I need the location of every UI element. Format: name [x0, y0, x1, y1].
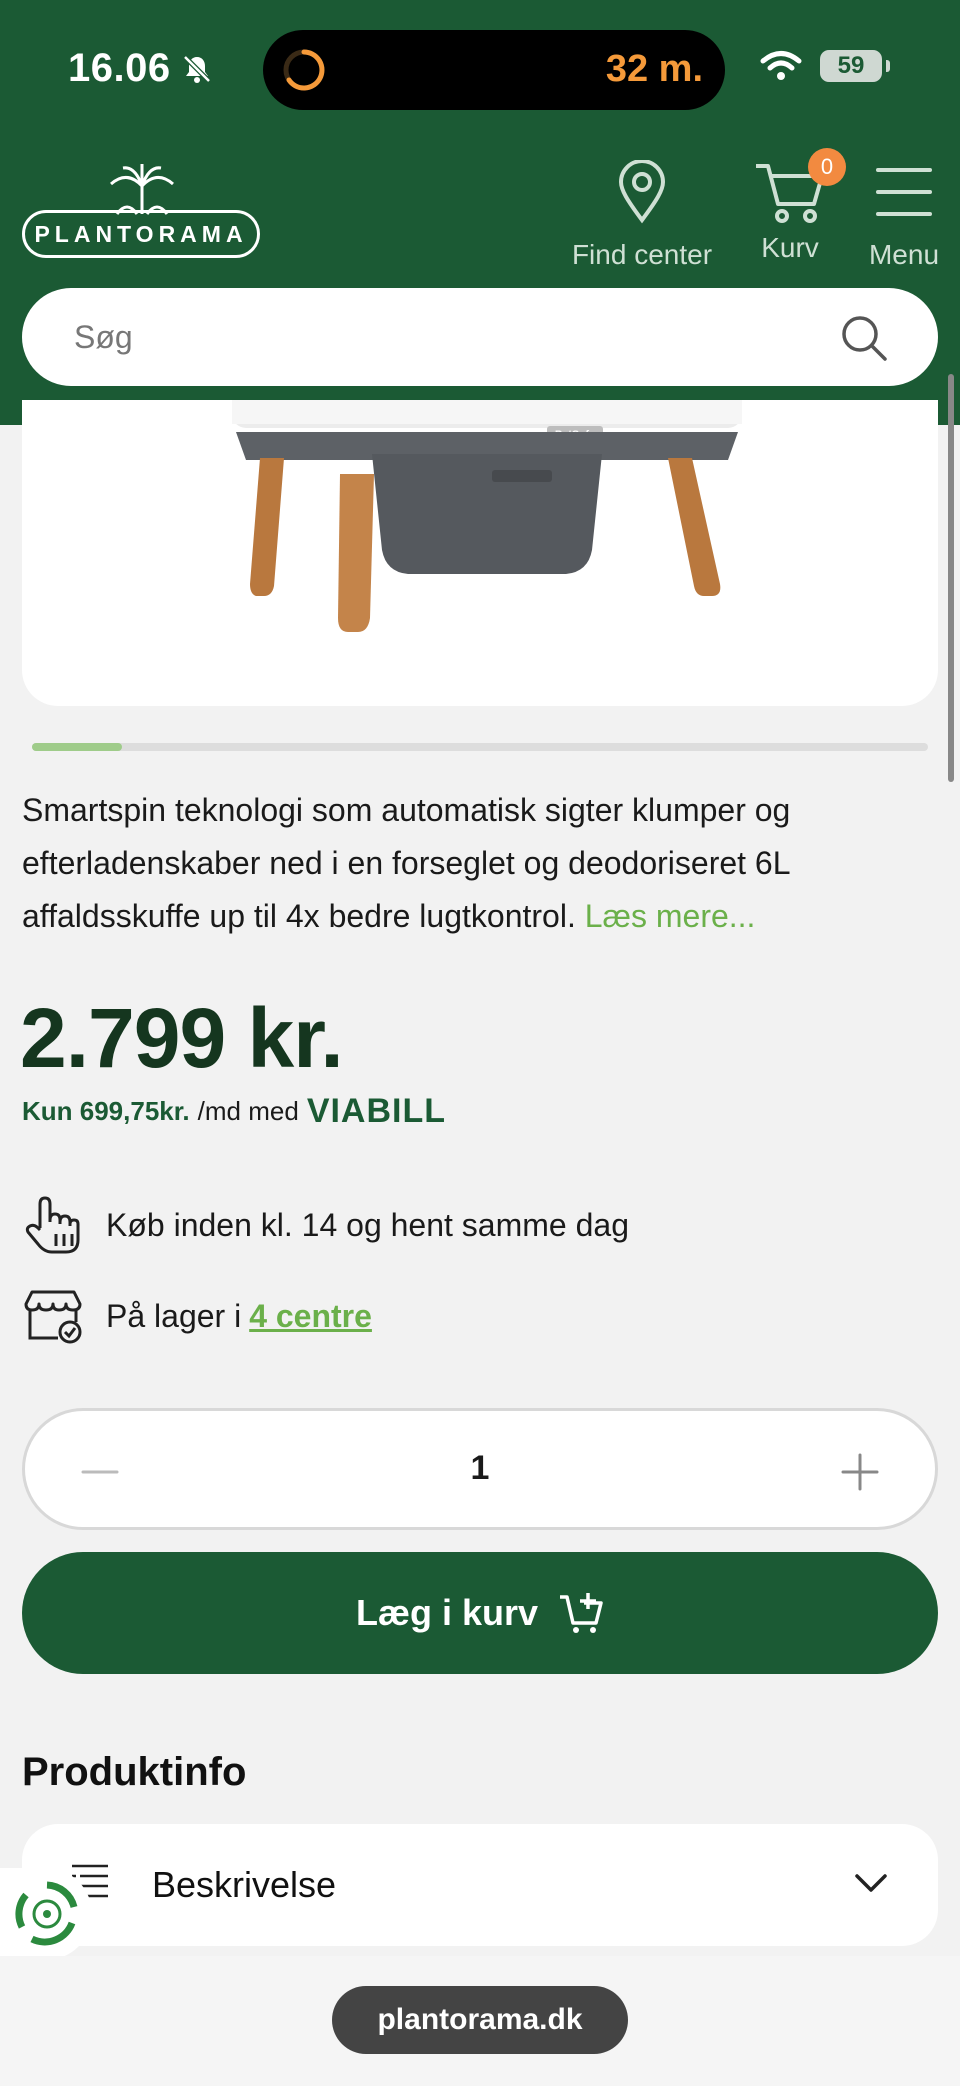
- site-header: 16.06 32 m. 59 PLANTORAMA Find center 0 …: [0, 0, 960, 425]
- eco-badge[interactable]: [0, 1868, 92, 1960]
- add-to-cart-button[interactable]: Læg i kurv: [22, 1552, 938, 1674]
- palm-logo-icon: [110, 164, 174, 215]
- status-right: 59: [760, 50, 890, 82]
- hand-click-icon: [25, 1196, 80, 1254]
- chevron-down-icon: [855, 1874, 887, 1892]
- hamburger-menu-icon: [876, 168, 932, 216]
- product-description: Smartspin teknologi som automatisk sigte…: [22, 784, 922, 943]
- stock-text: På lager i: [106, 1297, 242, 1334]
- location-pin-icon: [618, 159, 666, 224]
- silent-bell-icon: [182, 54, 211, 83]
- nav-menu[interactable]: Menu: [866, 160, 942, 271]
- nav-menu-label: Menu: [868, 239, 940, 270]
- browser-url-pill[interactable]: plantorama.dk: [332, 1986, 628, 2054]
- stock-centers-link[interactable]: 4 centre: [249, 1298, 372, 1335]
- carousel-progress-fill: [32, 743, 122, 751]
- nav-find-center-label: Find center: [571, 239, 713, 270]
- wifi-icon: [760, 51, 802, 80]
- plantorama-logo[interactable]: PLANTORAMA: [22, 160, 262, 260]
- status-time: 16.06: [68, 46, 213, 91]
- pickup-info: Køb inden kl. 14 og hent samme dag: [22, 1194, 629, 1256]
- activity-text: 32 m.: [605, 48, 703, 90]
- battery-cap: [886, 60, 890, 72]
- product-image: PetSafe: [232, 400, 742, 632]
- logo-wordmark: PLANTORAMA: [22, 210, 260, 258]
- quantity-stepper: 1: [22, 1408, 938, 1530]
- clock: 16.06: [68, 46, 171, 90]
- cart-count-badge: 0: [808, 148, 846, 186]
- search-bar[interactable]: [22, 288, 938, 386]
- timer-ring-icon: [283, 49, 325, 91]
- finance-amount: Kun 699,75kr.: [22, 1096, 190, 1126]
- page: 16.06 32 m. 59 PLANTORAMA Find center 0 …: [0, 0, 960, 2086]
- viabill-logo: VIABILL: [306, 1092, 447, 1130]
- financing-info[interactable]: Kun 699,75kr. /md med VIABILL: [22, 1092, 446, 1131]
- battery-indicator: 59: [820, 50, 890, 82]
- finance-text: /md med: [197, 1096, 299, 1126]
- nav-cart[interactable]: 0 Kurv: [752, 148, 846, 264]
- nav-cart-label: Kurv: [761, 232, 819, 263]
- read-more-link[interactable]: Læs mere...: [585, 898, 756, 934]
- accordion-label: Beskrivelse: [152, 1864, 337, 1905]
- cart-icon-wrap: 0: [752, 148, 846, 224]
- recycle-eco-icon: [15, 1881, 78, 1946]
- image-carousel-progress[interactable]: [32, 743, 928, 751]
- product-info-heading: Produktinfo: [22, 1750, 247, 1794]
- cart-add-icon: [560, 1593, 603, 1633]
- quantity-value[interactable]: 1: [25, 1449, 935, 1488]
- page-scrollbar[interactable]: [948, 374, 954, 782]
- battery-level: 59: [837, 52, 865, 79]
- status-bar: 16.06 32 m. 59: [0, 0, 960, 140]
- store-check-icon: [24, 1290, 82, 1344]
- nav-find-center[interactable]: Find center: [570, 159, 714, 271]
- stock-info: På lager i 4 centre: [22, 1288, 372, 1344]
- plus-icon[interactable]: [835, 1447, 885, 1497]
- dynamic-island: 32 m.: [263, 30, 725, 110]
- pickup-text: Køb inden kl. 14 og hent samme dag: [106, 1206, 629, 1243]
- description-accordion[interactable]: Beskrivelse: [22, 1824, 938, 1946]
- search-icon[interactable]: [840, 314, 888, 362]
- product-price: 2.799 kr.: [20, 991, 344, 1085]
- product-image-card[interactable]: PetSafe: [22, 400, 938, 706]
- add-to-cart-label: Læg i kurv: [355, 1592, 539, 1633]
- search-input[interactable]: [74, 308, 814, 366]
